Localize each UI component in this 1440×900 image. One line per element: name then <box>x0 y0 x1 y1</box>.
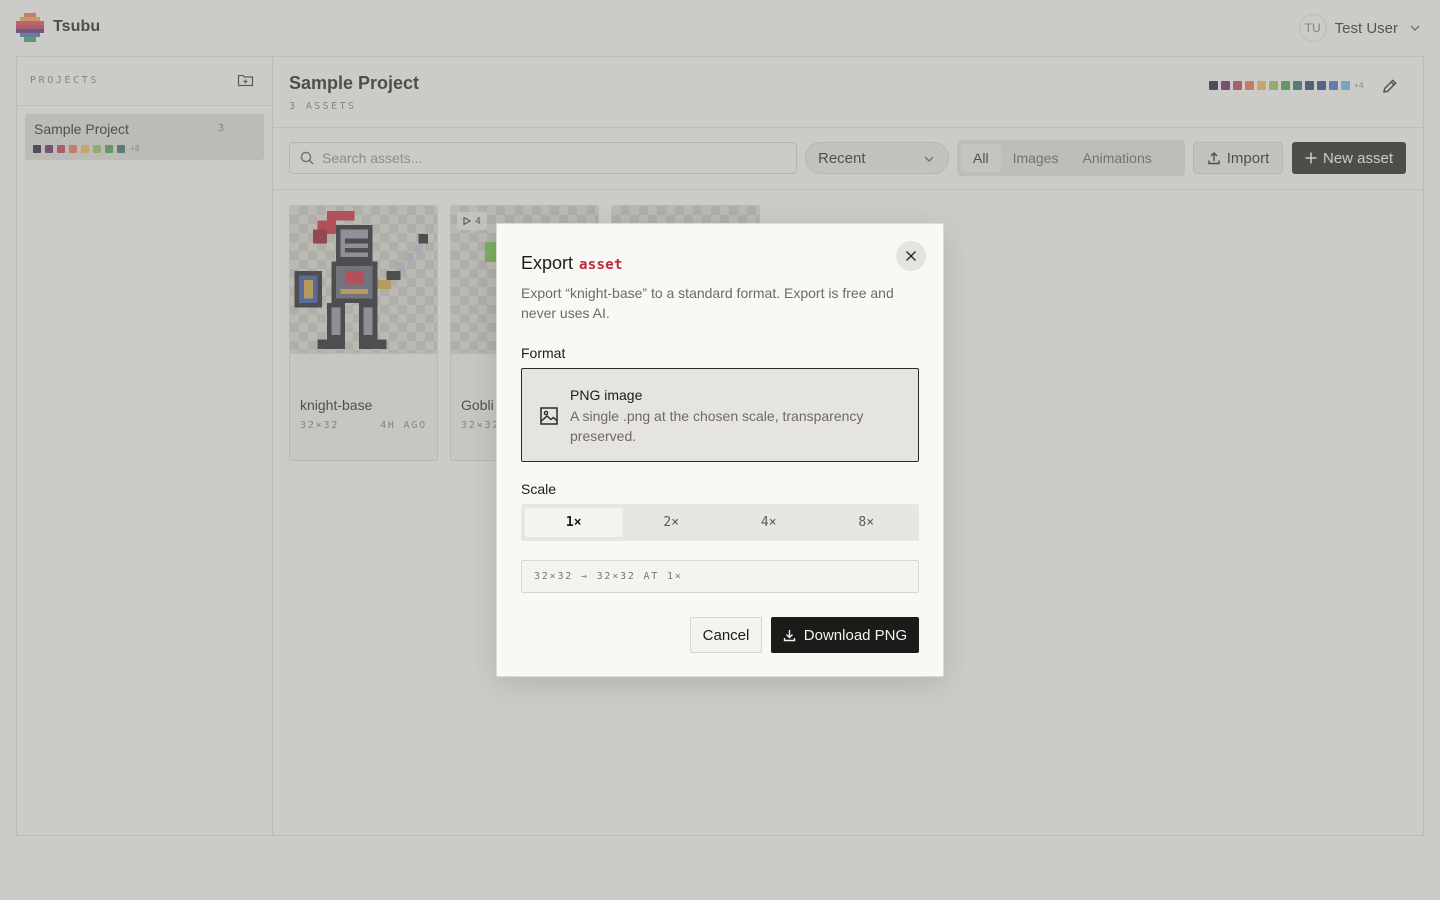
scale-label: Scale <box>521 481 557 497</box>
format-description: A single .png at the chosen scale, trans… <box>570 408 864 444</box>
dialog-title: Export asset <box>521 253 623 274</box>
close-button[interactable] <box>896 241 926 271</box>
download-png-button[interactable]: Download PNG <box>771 617 919 653</box>
format-option-png[interactable]: PNG image A single .png at the chosen sc… <box>521 368 919 462</box>
scale-4x[interactable]: 4× <box>720 508 818 537</box>
format-label: Format <box>521 345 566 361</box>
download-icon <box>783 629 795 641</box>
dialog-title-text: Export <box>521 253 574 273</box>
cancel-button[interactable]: Cancel <box>690 617 762 653</box>
close-icon <box>906 251 916 261</box>
format-name: PNG image <box>570 387 643 403</box>
dialog-description: Export “knight-base” to a standard forma… <box>521 285 894 321</box>
dialog-title-accent: asset <box>579 257 623 273</box>
export-dialog: Export asset Export “knight-base” to a s… <box>496 223 944 677</box>
scale-8x[interactable]: 8× <box>818 508 916 537</box>
output-dimensions: 32×32 → 32×32 AT 1× <box>521 560 919 593</box>
download-label: Download PNG <box>803 626 908 644</box>
image-icon <box>540 407 558 425</box>
scale-1x[interactable]: 1× <box>525 508 623 537</box>
scale-2x[interactable]: 2× <box>623 508 721 537</box>
scale-selector: 1× 2× 4× 8× <box>521 504 919 541</box>
